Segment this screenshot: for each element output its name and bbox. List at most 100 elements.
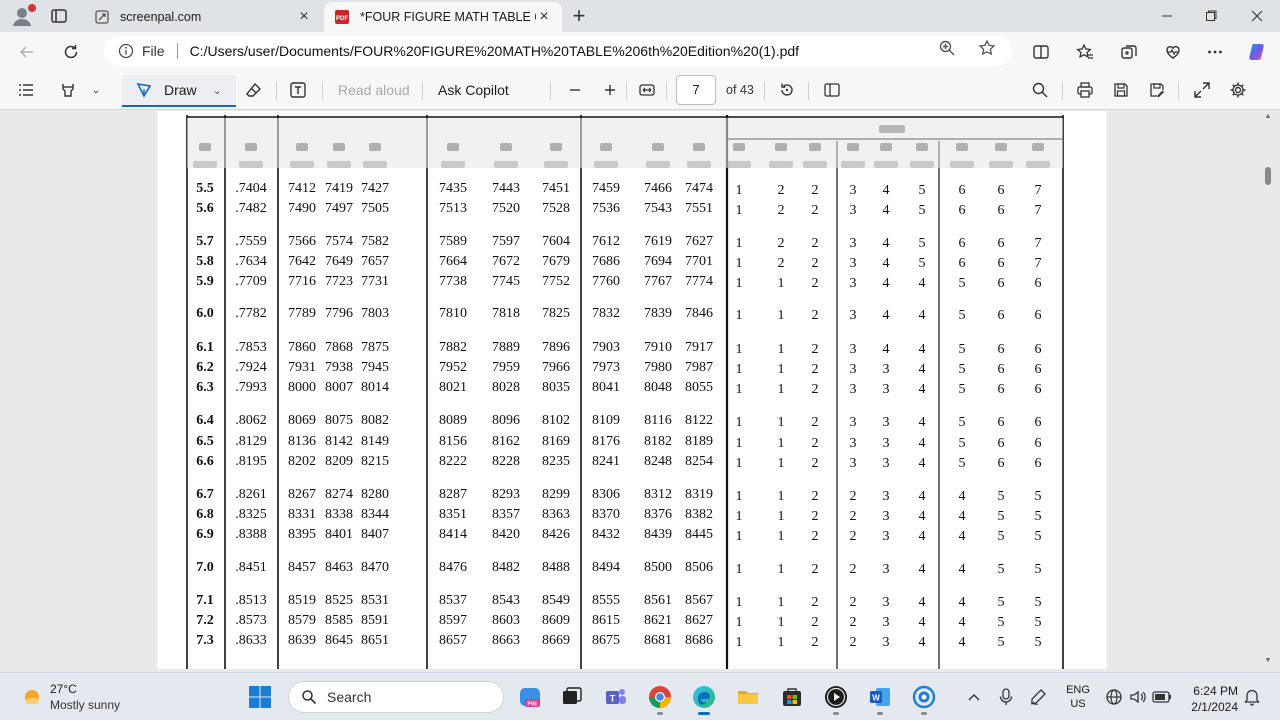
log-value: 8082 (361, 413, 389, 428)
find-button[interactable] (1030, 80, 1050, 100)
erase-button[interactable] (244, 80, 264, 100)
zoom-in-button[interactable] (600, 80, 620, 100)
mean-difference: 2 (812, 562, 819, 577)
full-screen-button[interactable] (1192, 80, 1212, 100)
blurred-header-mark (995, 143, 1007, 151)
url-text[interactable]: C:/Users/user/Documents/FOUR%20FIGURE%20… (190, 43, 800, 59)
log-value: 8248 (644, 454, 672, 469)
log-value: 8645 (325, 633, 353, 648)
log-value: 8331 (288, 507, 316, 522)
log-value: 8591 (361, 613, 389, 628)
taskbar-teams[interactable]: T (600, 681, 632, 713)
ask-copilot-button[interactable]: Ask Copilot (438, 82, 509, 98)
favorite-star-icon[interactable] (978, 39, 996, 57)
scroll-up-icon[interactable]: ▲ (1264, 113, 1272, 121)
tray-microphone[interactable] (996, 687, 1016, 707)
tray-volume[interactable] (1128, 687, 1148, 707)
split-screen-button[interactable] (1030, 41, 1052, 63)
log-value: 7419 (325, 181, 353, 196)
page-view-button[interactable] (822, 80, 842, 100)
tab-actions-button[interactable] (50, 7, 68, 25)
close-window-button[interactable] (1246, 6, 1268, 26)
taskbar-media-player[interactable] (820, 681, 852, 715)
row-number: 6.1 (196, 340, 214, 355)
mean-difference: 3 (883, 382, 890, 397)
new-tab-button[interactable]: + (568, 5, 590, 28)
log-value: 8506 (685, 560, 713, 575)
close-tab-icon[interactable]: × (296, 8, 312, 25)
table-row: 5.9 .7709 7716 7723 7731 7738 7745 7752 7760 7767… (196, 274, 1041, 291)
read-aloud-button[interactable]: Read aloud (338, 82, 410, 98)
restore-button[interactable] (1200, 6, 1222, 26)
scrollbar-thumb[interactable] (1265, 167, 1271, 185)
tray-battery[interactable] (1152, 687, 1172, 707)
log-value: 8021 (439, 380, 467, 395)
back-button[interactable] (16, 41, 38, 63)
minimize-button[interactable] (1156, 6, 1178, 26)
log-value: 8531 (361, 593, 389, 608)
page-count: of 43 (726, 83, 754, 97)
pdf-settings-button[interactable] (1228, 80, 1248, 100)
mean-difference: 3 (850, 308, 857, 323)
tab-screenpal[interactable]: screenpal.com × (84, 2, 322, 32)
language-indicator[interactable]: ENG US (1064, 683, 1092, 711)
tray-overflow[interactable] (964, 687, 984, 707)
zoom-out-button[interactable] (565, 80, 585, 100)
browser-essentials-button[interactable] (1162, 41, 1184, 63)
close-tab-icon[interactable]: × (536, 8, 552, 25)
mean-difference: 6 (959, 256, 966, 271)
zoom-icon[interactable] (938, 39, 956, 57)
refresh-button[interactable] (60, 41, 82, 63)
taskbar-chrome[interactable] (644, 681, 676, 715)
print-button[interactable] (1075, 80, 1095, 100)
taskbar-file-explorer[interactable] (732, 681, 764, 713)
log-value: 7818 (492, 306, 520, 321)
log-value: 8395 (288, 527, 316, 542)
log-value: 7604 (542, 234, 570, 249)
log-value: 7574 (325, 234, 353, 249)
mean-difference: 5 (998, 529, 1005, 544)
draw-button[interactable]: Draw ⌄ (122, 75, 236, 107)
notifications-button[interactable] (1242, 687, 1262, 707)
url-box[interactable]: File C:/Users/user/Documents/FOUR%20FIGU… (104, 36, 1012, 66)
highlight-chevron-icon[interactable]: ⌄ (86, 80, 106, 100)
profile-avatar[interactable] (10, 4, 36, 28)
taskbar-store[interactable] (776, 681, 808, 713)
taskbar-word[interactable]: W (864, 681, 896, 715)
windows-start-icon[interactable] (248, 685, 272, 709)
log-value: 8041 (592, 380, 620, 395)
log-value: 7582 (361, 234, 389, 249)
pdf-viewer[interactable]: 5.5.7404 7412 7419 7427 7435 7443 7451 7459 7466… (0, 111, 1280, 669)
contents-button[interactable] (16, 80, 36, 100)
fit-to-width-button[interactable] (637, 80, 657, 100)
favorites-button[interactable] (1074, 41, 1096, 63)
tray-pen[interactable] (1028, 687, 1048, 707)
address-bar: File C:/Users/user/Documents/FOUR%20FIGU… (0, 32, 1280, 70)
taskbar-copilot-preview[interactable]: PRE (514, 681, 546, 713)
copilot-button[interactable] (1246, 41, 1268, 63)
settings-more-button[interactable] (1204, 41, 1226, 63)
log-value: 7497 (325, 201, 353, 216)
highlight-button[interactable] (58, 80, 78, 100)
page-number-input[interactable]: 7 (676, 75, 716, 105)
tray-network[interactable] (1104, 687, 1124, 707)
scroll-down-icon[interactable]: ▼ (1264, 657, 1272, 665)
taskbar-search[interactable]: Search (288, 681, 504, 713)
log-value: 7810 (439, 306, 467, 321)
weather-widget[interactable]: 27°C Mostly sunny (20, 679, 180, 715)
taskbar-edge[interactable] (688, 681, 720, 715)
save-button[interactable] (1111, 80, 1131, 100)
log-value: 8344 (361, 507, 389, 522)
collections-button[interactable] (1118, 41, 1140, 63)
system-clock[interactable]: 6:24 PM 2/1/2024 (1182, 683, 1238, 715)
save-as-button[interactable] (1147, 80, 1167, 100)
add-text-button[interactable] (288, 80, 308, 100)
taskbar-screen-recorder[interactable] (908, 681, 940, 715)
table-row: 6.4 .8062 8069 8075 8082 8089 8096 8102 8109 8116… (196, 413, 1041, 430)
mean-difference: 3 (883, 436, 890, 451)
taskbar-task-view[interactable] (556, 681, 588, 713)
tab-pdf[interactable]: PDF *FOUR FIGURE MATH TABLE 6th × (324, 2, 562, 32)
vertical-scrollbar[interactable]: ▲ ▼ (1264, 111, 1272, 669)
row-number: 5.8 (196, 254, 214, 269)
rotate-button[interactable] (777, 80, 797, 100)
